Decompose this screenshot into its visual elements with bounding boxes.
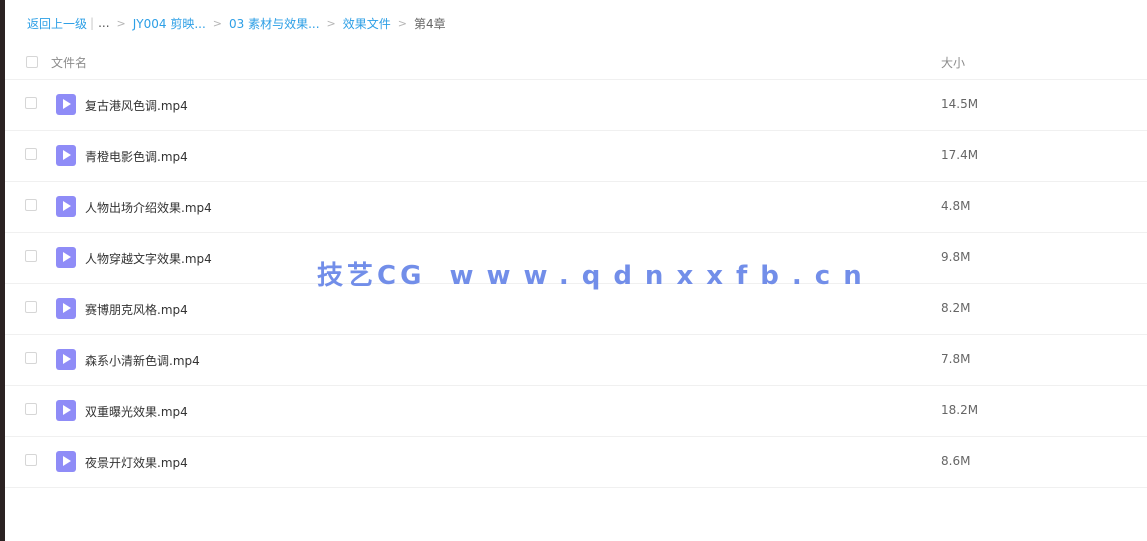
file-row[interactable]: 复古港风色调.mp4 14.5M [5, 80, 1147, 131]
file-size: 8.2M [941, 301, 971, 315]
breadcrumb-separator-icon: > [116, 16, 126, 30]
file-name[interactable]: 人物穿越文字效果.mp4 [85, 250, 212, 267]
file-row[interactable]: 人物出场介绍效果.mp4 4.8M [5, 182, 1147, 233]
row-checkbox[interactable] [25, 97, 37, 109]
file-name[interactable]: 人物出场介绍效果.mp4 [85, 199, 212, 216]
breadcrumb-divider: | [90, 16, 95, 30]
breadcrumb-item-effects[interactable]: 效果文件 [343, 15, 391, 32]
file-row[interactable]: 双重曝光效果.mp4 18.2M [5, 386, 1147, 437]
file-size: 7.8M [941, 352, 971, 366]
row-checkbox[interactable] [25, 199, 37, 211]
file-size: 17.4M [941, 148, 979, 162]
video-file-icon[interactable] [56, 247, 76, 268]
row-checkbox[interactable] [25, 454, 37, 466]
breadcrumb: 返回上一级 | ... > JY004 剪映... > 03 素材与效果... … [27, 14, 446, 32]
file-size: 4.8M [941, 199, 971, 213]
breadcrumb-item-03[interactable]: 03 素材与效果... [229, 15, 320, 32]
file-list-header: 文件名 大小 [5, 44, 1147, 80]
watermark: 技艺CG www.qdnxxfb.cn [317, 255, 875, 291]
file-size: 14.5M [941, 97, 979, 111]
row-checkbox[interactable] [25, 148, 37, 160]
file-size: 18.2M [941, 403, 979, 417]
video-file-icon[interactable] [56, 196, 76, 217]
breadcrumb-current: 第4章 [413, 16, 446, 31]
file-row[interactable]: 赛博朋克风格.mp4 8.2M [5, 284, 1147, 335]
file-size: 9.8M [941, 250, 971, 264]
column-header-size[interactable]: 大小 [941, 54, 965, 71]
breadcrumb-separator-icon: > [326, 16, 336, 30]
video-file-icon[interactable] [56, 298, 76, 319]
file-row[interactable]: 夜景开灯效果.mp4 8.6M [5, 437, 1147, 488]
row-checkbox[interactable] [25, 250, 37, 262]
file-name[interactable]: 赛博朋克风格.mp4 [85, 301, 188, 318]
file-row[interactable]: 森系小清新色调.mp4 7.8M [5, 335, 1147, 386]
file-name[interactable]: 复古港风色调.mp4 [85, 97, 188, 114]
file-name[interactable]: 夜景开灯效果.mp4 [85, 454, 188, 471]
watermark-brand: 技艺CG [317, 261, 426, 291]
breadcrumb-separator-icon: > [397, 16, 407, 30]
video-file-icon[interactable] [56, 349, 76, 370]
row-checkbox[interactable] [25, 352, 37, 364]
column-header-name[interactable]: 文件名 [51, 54, 87, 71]
video-file-icon[interactable] [56, 400, 76, 421]
file-name[interactable]: 青橙电影色调.mp4 [85, 148, 188, 165]
breadcrumb-item-jy004[interactable]: JY004 剪映... [133, 15, 206, 32]
file-row[interactable]: 青橙电影色调.mp4 17.4M [5, 131, 1147, 182]
breadcrumb-back-link[interactable]: 返回上一级 [27, 15, 87, 32]
breadcrumb-separator-icon: > [212, 16, 222, 30]
video-file-icon[interactable] [56, 145, 76, 166]
file-name[interactable]: 森系小清新色调.mp4 [85, 352, 200, 369]
file-name[interactable]: 双重曝光效果.mp4 [85, 403, 188, 420]
row-checkbox[interactable] [25, 403, 37, 415]
video-file-icon[interactable] [56, 94, 76, 115]
breadcrumb-ellipsis[interactable]: ... [98, 16, 109, 30]
video-file-icon[interactable] [56, 451, 76, 472]
file-size: 8.6M [941, 454, 971, 468]
select-all-checkbox[interactable] [26, 56, 38, 68]
row-checkbox[interactable] [25, 301, 37, 313]
watermark-url: www.qdnxxfb.cn [449, 261, 875, 291]
